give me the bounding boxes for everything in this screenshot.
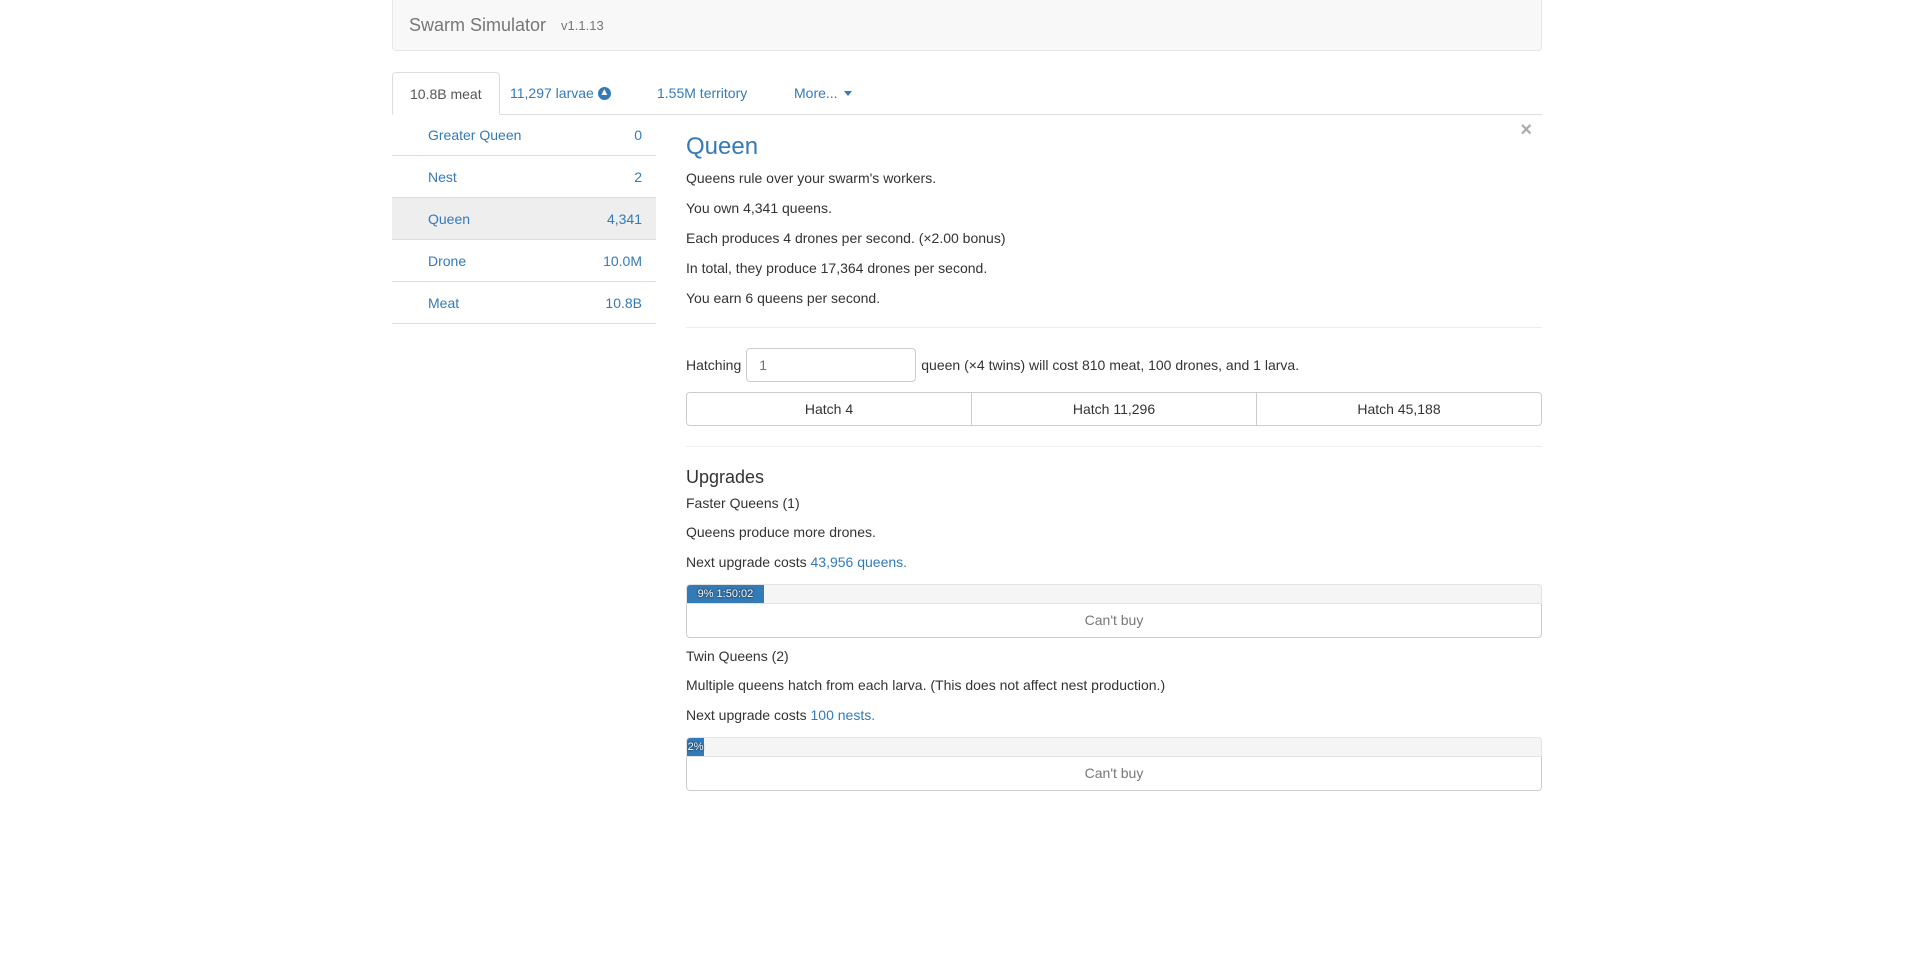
- tab-more[interactable]: More...: [777, 72, 869, 114]
- unit-row-drone[interactable]: Drone 10.0M: [392, 240, 656, 282]
- desc-line: Each produces 4 drones per second. (×2.0…: [686, 230, 1006, 247]
- upgrade-faster-queens: Faster Queens (1) Queens produce more dr…: [686, 495, 1542, 638]
- hatch-prefix: Hatching: [686, 357, 742, 374]
- unit-detail-panel: × Queen Queens rule over your swarm's wo…: [686, 114, 1542, 801]
- upgrade-cost-link[interactable]: 43,956 queens.: [811, 554, 908, 570]
- caret-down-icon: [843, 90, 852, 96]
- unit-row-meat[interactable]: Meat 10.8B: [392, 282, 656, 324]
- tab-territory-label: 1.55M territory: [657, 85, 748, 101]
- upgrade-cost-prefix: Next upgrade costs: [686, 553, 807, 570]
- unit-row-queen[interactable]: Queen 4,341: [392, 198, 656, 240]
- hatch-form: Hatching queen (×4 twins) will cost 810 …: [686, 348, 1542, 383]
- divider: [686, 446, 1542, 448]
- upgrade-name: Twin Queens (2): [686, 647, 789, 664]
- unit-count: 0: [634, 126, 642, 143]
- tab-meat-label: 10.8B meat: [410, 85, 482, 102]
- unit-row-nest[interactable]: Nest 2: [392, 156, 656, 198]
- tab-meat[interactable]: 10.8B meat: [392, 72, 500, 115]
- upgrade-cost-link[interactable]: 100 nests.: [811, 707, 876, 723]
- app-container: Swarm Simulator v1.1.13 10.8B meat 11,29…: [392, 0, 1542, 791]
- desc-line: In total, they produce 17,364 drones per…: [686, 260, 988, 277]
- upgrade-progress: 9% 1:50:02: [686, 583, 1542, 604]
- unit-name: Queen: [428, 210, 471, 227]
- tab-more-label: More...: [794, 85, 838, 101]
- desc-line: You earn 6 queens per second.: [686, 290, 881, 307]
- unit-list: Greater Queen 0 Nest 2 Queen 4,341 Drone…: [392, 114, 656, 324]
- unit-name: Greater Queen: [428, 126, 522, 143]
- upgrade-description: Queens produce more drones.: [686, 523, 876, 540]
- upgrade-cost: Next upgrade costs 100 nests.: [686, 707, 1542, 724]
- upgrade-cost: Next upgrade costs 43,956 queens.: [686, 554, 1542, 571]
- desc-line: You own 4,341 queens.: [686, 200, 832, 217]
- unit-name: Meat: [428, 294, 460, 311]
- upgrade-twin-queens: Twin Queens (2) Multiple queens hatch fr…: [686, 648, 1542, 791]
- resource-tabs: 10.8B meat 11,297 larvae ▲ 1.55M territo…: [392, 72, 1542, 115]
- upgrade-progress: 2%: [686, 736, 1542, 757]
- unit-description: Queens rule over your swarm's workers. Y…: [686, 170, 1542, 307]
- cant-buy-button[interactable]: Can't buy: [686, 756, 1542, 791]
- app-brand[interactable]: Swarm Simulator: [409, 15, 546, 36]
- upgrade-progress-bar: 9% 1:50:02: [687, 584, 764, 603]
- close-icon[interactable]: ×: [1520, 120, 1532, 140]
- hatch-4-button[interactable]: Hatch 4: [686, 392, 972, 427]
- hatch-11296-button[interactable]: Hatch 11,296: [971, 392, 1257, 427]
- tab-territory[interactable]: 1.55M territory: [640, 72, 764, 114]
- upgrades-heading: Upgrades: [686, 467, 765, 488]
- app-version[interactable]: v1.1.13: [561, 18, 604, 33]
- hatch-buttons: Hatch 4 Hatch 11,296 Hatch 45,188: [686, 392, 1542, 427]
- hatch-cost-text: queen (×4 twins) will cost 810 meat, 100…: [921, 357, 1300, 374]
- unit-count: 10.8B: [605, 294, 642, 311]
- cant-buy-button[interactable]: Can't buy: [686, 603, 1542, 638]
- upgrade-progress-bar: 2%: [687, 737, 705, 756]
- upgrade-name: Faster Queens (1): [686, 494, 800, 511]
- unit-row-greater-queen[interactable]: Greater Queen 0: [392, 114, 656, 156]
- unit-count: 10.0M: [603, 252, 642, 269]
- unit-count: 4,341: [606, 210, 642, 227]
- hatch-45188-button[interactable]: Hatch 45,188: [1256, 392, 1542, 427]
- unit-name: Drone: [428, 252, 467, 269]
- tab-larvae[interactable]: 11,297 larvae ▲: [493, 72, 628, 114]
- tab-larvae-label: 11,297 larvae: [510, 85, 594, 101]
- arrow-up-circle-icon: ▲: [597, 86, 611, 100]
- upgrade-cost-prefix: Next upgrade costs: [686, 706, 807, 723]
- unit-count: 2: [634, 168, 642, 185]
- hatch-count-input[interactable]: [746, 348, 917, 383]
- divider: [686, 327, 1542, 329]
- navbar: Swarm Simulator v1.1.13: [392, 0, 1542, 51]
- desc-line: Queens rule over your swarm's workers.: [686, 170, 937, 187]
- upgrade-description: Multiple queens hatch from each larva. (…: [686, 676, 1166, 693]
- unit-title: Queen: [686, 133, 759, 160]
- unit-name: Nest: [428, 168, 457, 185]
